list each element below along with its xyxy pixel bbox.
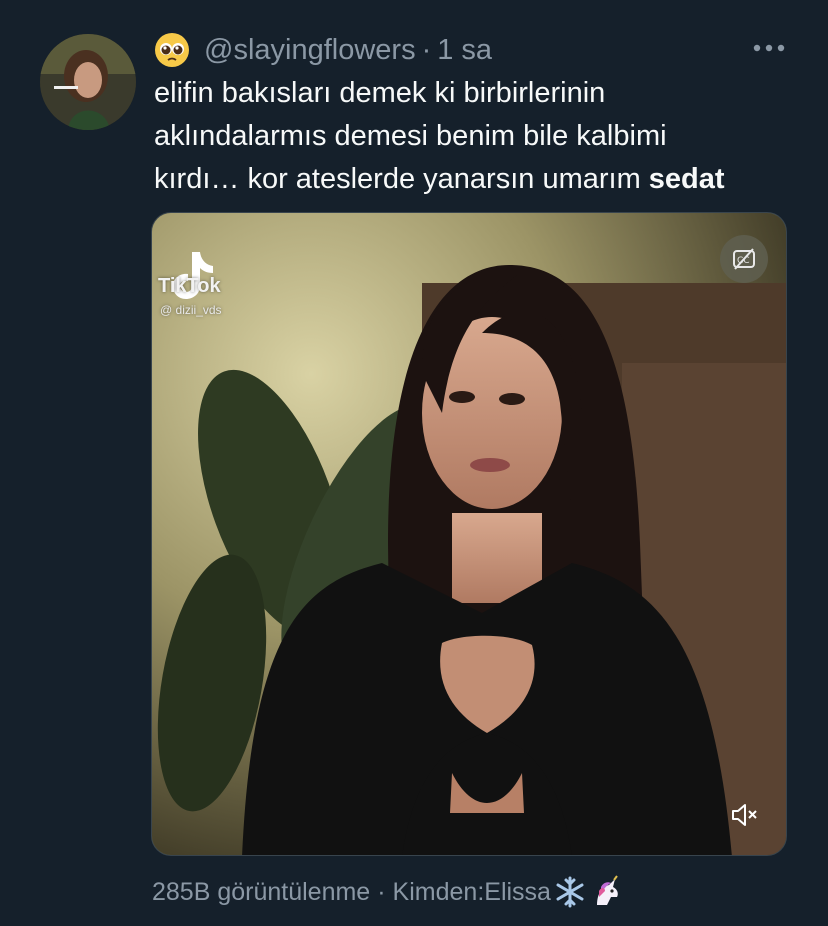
source-name[interactable]: Elissa — [484, 878, 551, 907]
tiktok-watermark-handle: @ dizii_vds — [160, 303, 222, 317]
pleading-face-emoji — [155, 33, 189, 67]
speaker-muted-icon — [732, 804, 757, 826]
closed-captions-off-icon: CC — [733, 248, 755, 270]
more-horizontal-icon[interactable] — [752, 42, 786, 54]
source-prefix: Kimden: — [392, 877, 485, 906]
unicorn-emoji — [596, 875, 618, 905]
tiktok-watermark: TikTok — [158, 275, 221, 297]
video-player[interactable]: TikTok @ dizii_vds CC — [151, 212, 787, 856]
mute-button[interactable] — [726, 797, 762, 833]
tweet-text: elifin bakısları demek ki birbirlerinin … — [154, 72, 804, 201]
tweet-text-line: elifin bakısları demek ki birbirlerinin — [154, 77, 606, 109]
tweet-footer: 285B görüntülenme · Kimden: Elissa — [152, 872, 623, 912]
closed-captions-button[interactable]: CC — [720, 235, 768, 283]
footer-separator: · — [377, 877, 386, 906]
header-separator: · — [421, 33, 432, 66]
avatar[interactable] — [40, 34, 136, 130]
tweet-header: @slayingflowers · 1 sa — [154, 30, 492, 70]
snowflake-emoji — [556, 876, 584, 908]
tweet-timestamp[interactable]: 1 sa — [437, 34, 492, 67]
author-handle[interactable]: @slayingflowers — [204, 34, 416, 67]
tweet-text-line: aklındalarmıs demesi benim bile kalbimi — [154, 120, 667, 152]
tweet-text-bold: sedat — [648, 163, 725, 195]
tweet[interactable]: @slayingflowers · 1 sa elifin bakısları … — [0, 0, 828, 926]
tweet-text-line: kırdı… kor ateslerde yanarsın umarım — [154, 163, 649, 195]
view-count: 285B görüntülenme — [152, 877, 371, 906]
